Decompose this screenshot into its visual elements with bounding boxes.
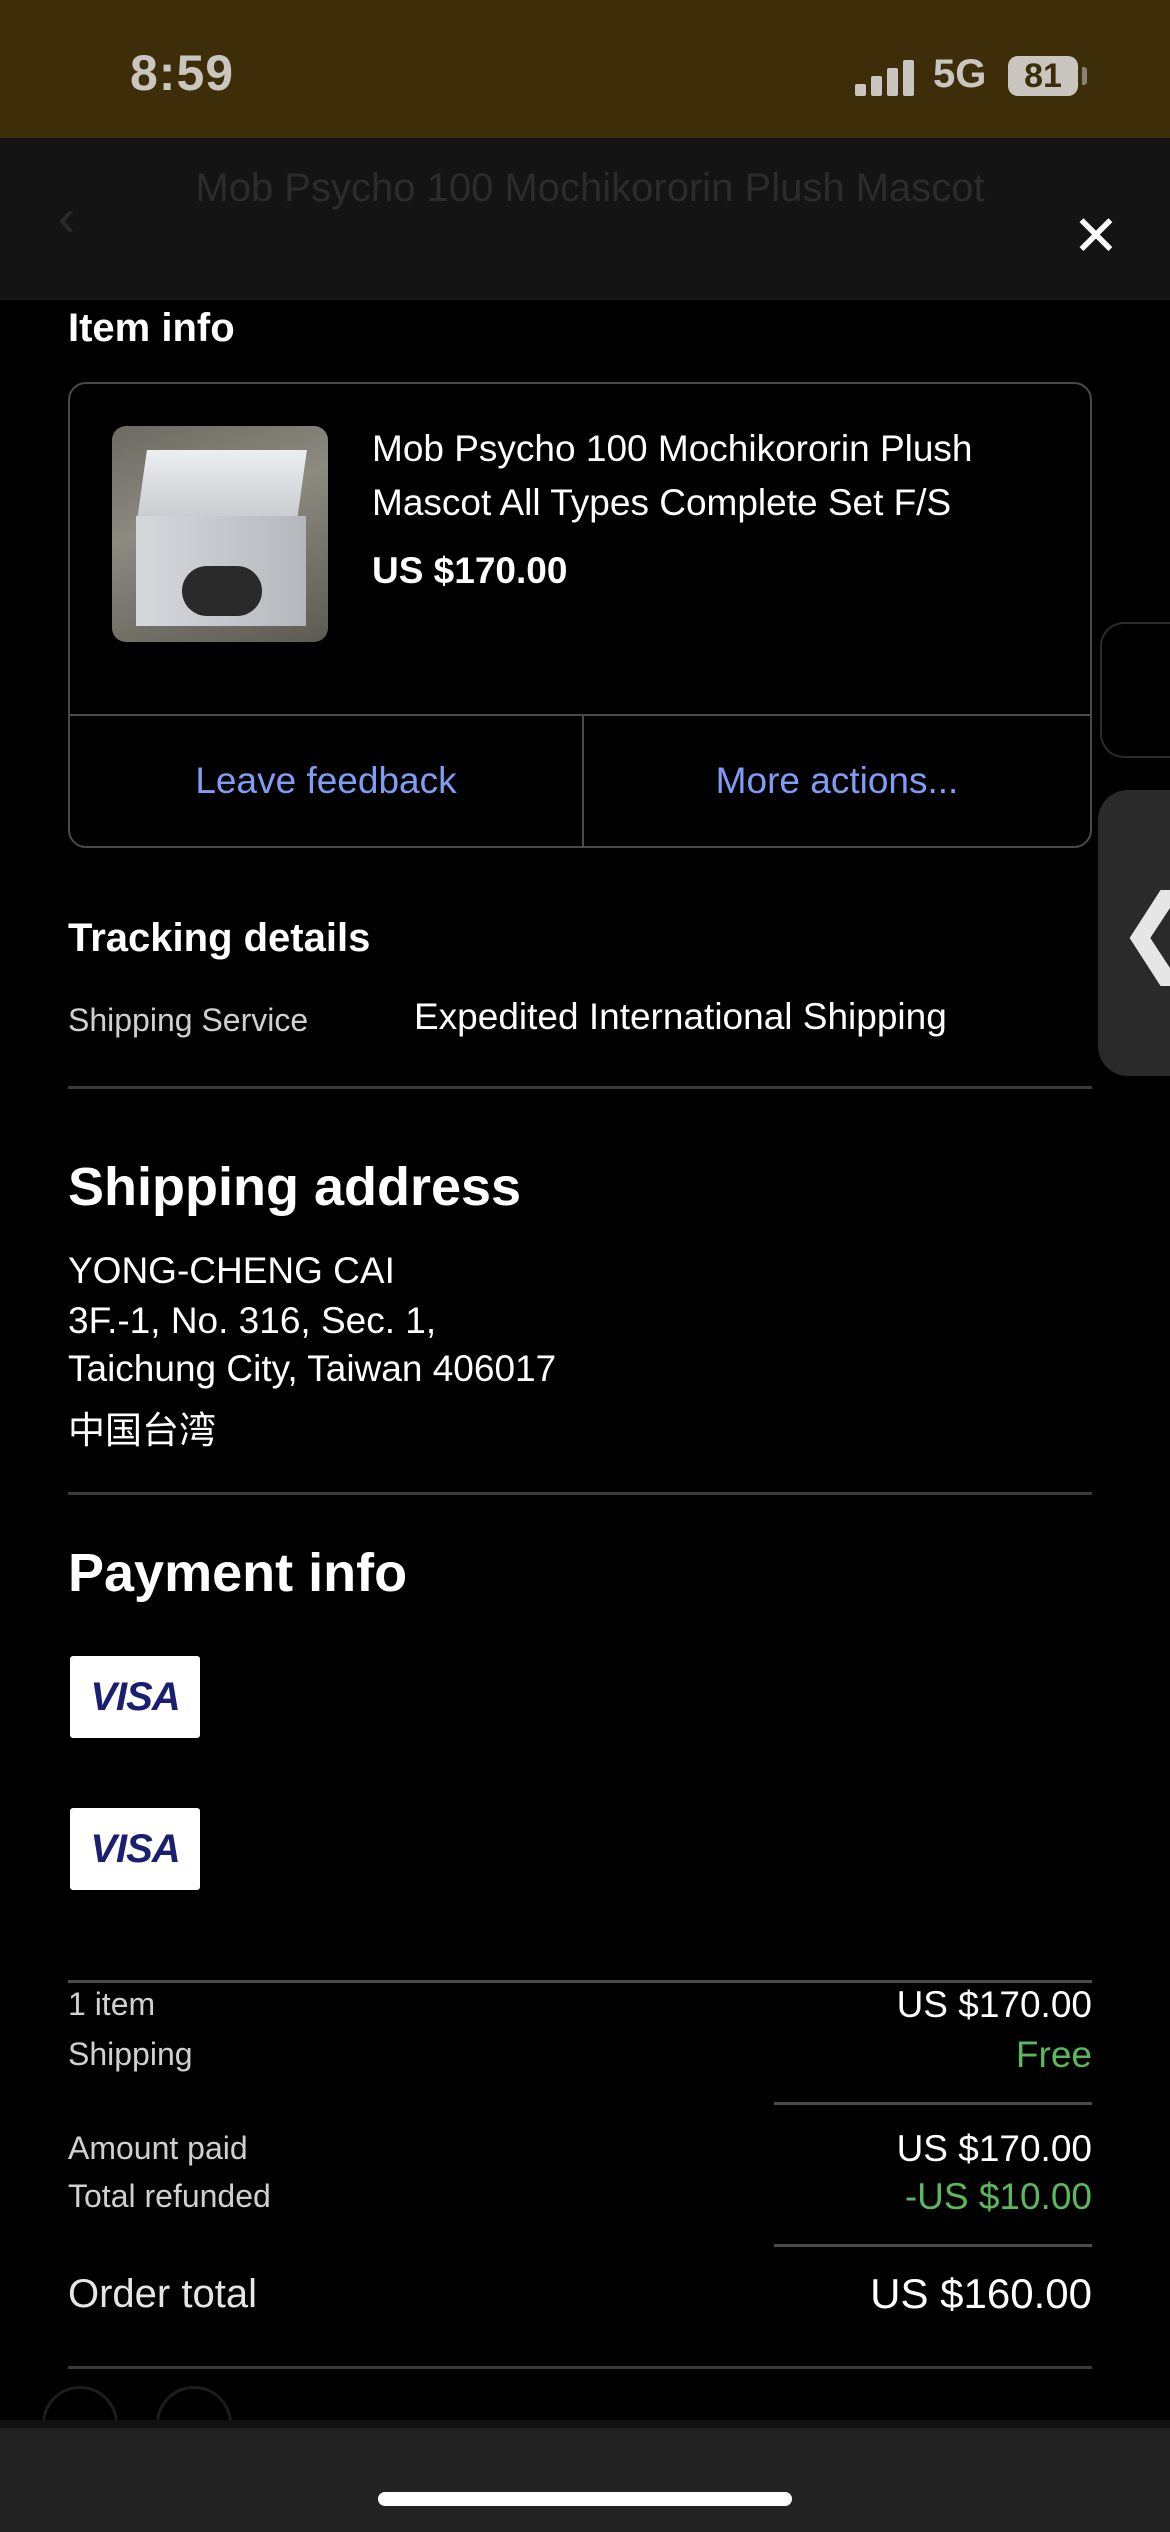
status-time: 8:59 [130,45,235,101]
chevron-left-icon: ❮ [1116,874,1170,986]
shipping-cost: Free [1015,2034,1092,2075]
address-street: 3F.-1, No. 316, Sec. 1, [68,1300,437,1341]
item-info-title: Item info [68,306,235,350]
address-name: YONG-CHENG CAI [68,1250,395,1291]
total-refunded-value: -US $10.00 [904,2176,1092,2217]
summary-divider [774,2244,1092,2247]
close-button[interactable]: ✕ [1066,206,1126,266]
close-icon: ✕ [1072,204,1120,267]
shipping-service-label: Shipping Service [68,1002,309,1038]
tracking-details-title: Tracking details [68,916,371,960]
battery-icon: 81 [1008,56,1078,96]
items-subtotal: US $170.00 [896,1984,1092,2025]
payment-info-title: Payment info [68,1543,408,1603]
address-city: Taichung City, Taiwan 406017 [68,1348,557,1389]
shipping-address-title: Shipping address [68,1157,522,1217]
visa-card-icon: VISA [70,1656,200,1738]
signal-icon [855,58,915,96]
back-arrow-icon: ‹ [58,189,76,247]
status-bar: 8:59 5G 81 [0,0,1170,138]
more-actions-button[interactable]: More actions... [584,716,1090,846]
shipping-label: Shipping [68,2036,193,2072]
order-total-label: Order total [68,2272,257,2316]
total-refunded-label: Total refunded [68,2178,271,2214]
background-title: Mob Psycho 100 Mochikororin Plush Mascot [195,166,985,210]
divider [68,1980,1092,1983]
divider [68,2366,1092,2369]
item-title[interactable]: Mob Psycho 100 Mochikororin Plush Mascot… [372,422,1052,530]
amount-paid-value: US $170.00 [896,2128,1092,2169]
side-panel-handle[interactable]: ❮ [1098,790,1170,1076]
item-thumbnail[interactable] [112,426,328,642]
shipping-service-value: Expedited International Shipping [414,996,947,1037]
item-price: US $170.00 [372,550,568,591]
divider [68,1086,1092,1089]
battery-tip [1082,67,1087,85]
visa-card-icon: VISA [70,1808,200,1890]
items-count-label: 1 item [68,1986,156,2022]
order-total-value: US $160.00 [870,2270,1092,2317]
bottom-edge [0,2420,1170,2428]
leave-feedback-button[interactable]: Leave feedback [70,716,582,846]
home-indicator[interactable] [378,2492,792,2506]
divider [68,1492,1092,1495]
address-country: 中国台湾 [68,1410,216,1451]
network-label: 5G [933,52,987,96]
summary-divider [774,2102,1092,2105]
item-card: Mob Psycho 100 Mochikororin Plush Mascot… [68,382,1092,848]
edge-tab [1100,622,1170,758]
amount-paid-label: Amount paid [68,2130,248,2166]
home-bar-area [0,2428,1170,2532]
